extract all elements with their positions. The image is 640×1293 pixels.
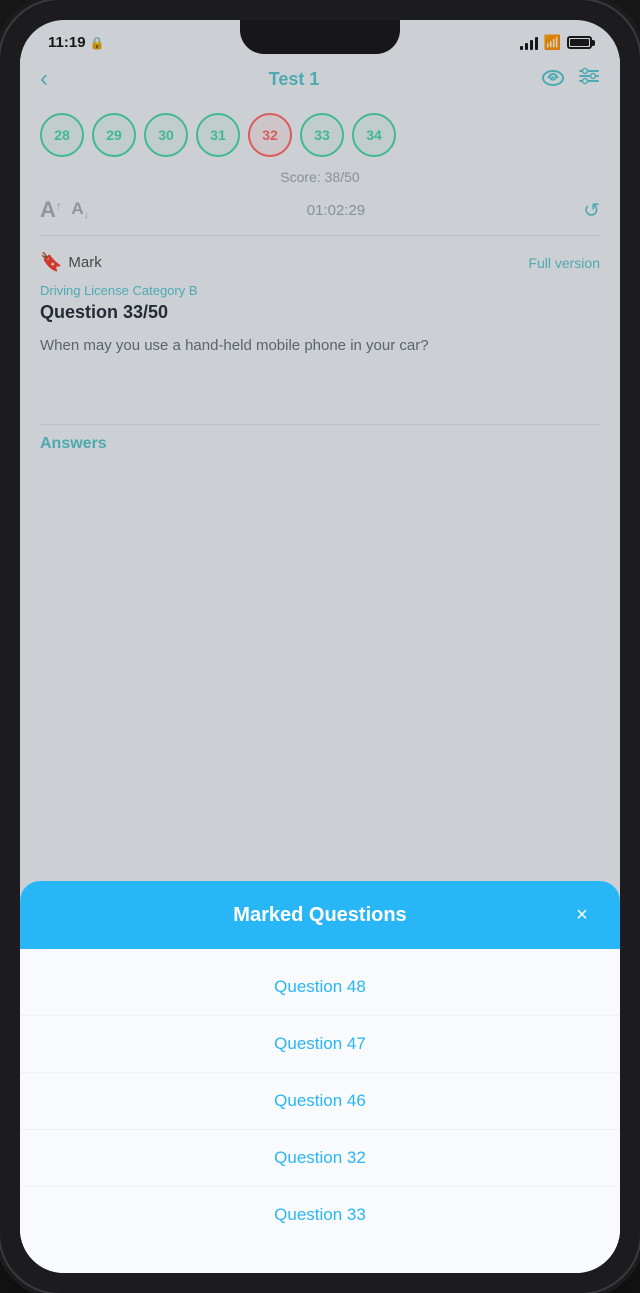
phone-screen: 11:19 🔒 📶 ‹ Test 1 [20,20,620,1273]
marked-question-item-1[interactable]: Question 47 [20,1016,620,1073]
marked-question-item-2[interactable]: Question 46 [20,1073,620,1130]
modal-overlay[interactable]: Marked Questions × Question 48 Question … [20,20,620,1273]
modal-close-button[interactable]: × [568,901,596,929]
marked-questions-modal: Marked Questions × Question 48 Question … [20,881,620,1273]
modal-list: Question 48 Question 47 Question 46 Ques… [20,949,620,1273]
marked-question-item-3[interactable]: Question 32 [20,1130,620,1187]
marked-question-item-4[interactable]: Question 33 [20,1187,620,1243]
phone-frame: 11:19 🔒 📶 ‹ Test 1 [0,0,640,1293]
marked-question-item-0[interactable]: Question 48 [20,959,620,1016]
modal-header: Marked Questions × [20,881,620,949]
modal-title: Marked Questions [72,904,568,927]
